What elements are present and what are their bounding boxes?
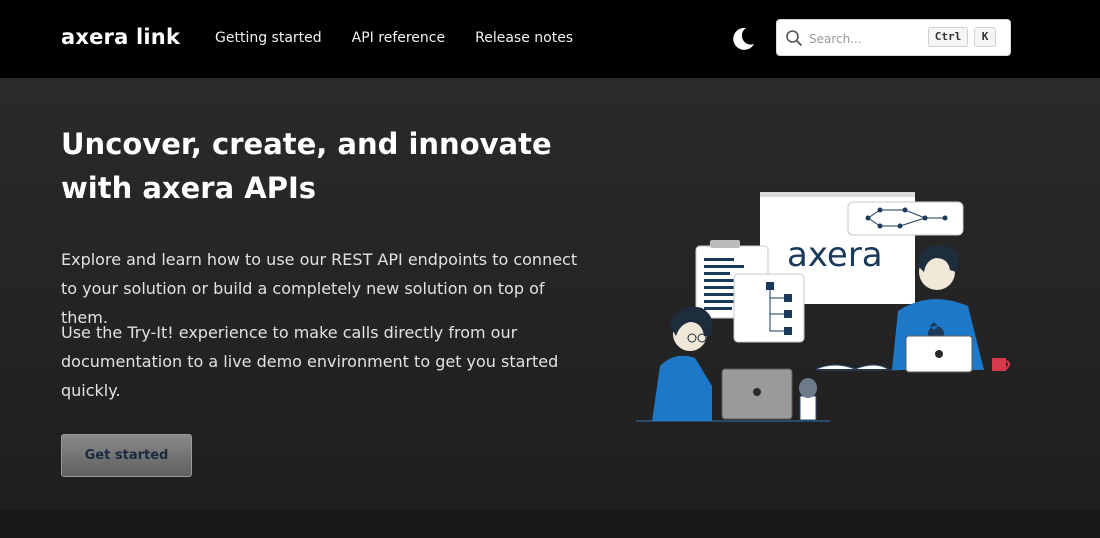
main-nav: Getting started API reference Release no…	[215, 30, 603, 46]
search-input[interactable]	[807, 29, 921, 49]
nav-release-notes[interactable]: Release notes	[475, 30, 573, 46]
nav-api-reference[interactable]: API reference	[352, 30, 445, 46]
hero-illustration: axera	[636, 192, 1010, 422]
top-navigation-bar: axera link Getting started API reference…	[0, 0, 1100, 79]
brand-logo[interactable]: axera link	[61, 25, 180, 49]
get-started-button[interactable]: Get started	[61, 434, 192, 477]
open-book-icon	[815, 364, 889, 370]
shortcut-key-k: K	[974, 27, 996, 47]
plant-icon	[799, 378, 817, 398]
search-icon	[786, 30, 802, 46]
page-bottom-band	[0, 510, 1100, 538]
whiteboard-top-bar	[760, 192, 915, 197]
axera-illustration-text: axera	[787, 235, 883, 275]
laptop-logo-icon	[753, 388, 761, 396]
search-box[interactable]: Ctrl K	[776, 19, 1011, 56]
plant-pot	[799, 395, 817, 421]
hero-title: Uncover, create, and innovate with axera…	[61, 127, 552, 205]
nav-getting-started[interactable]: Getting started	[215, 30, 322, 46]
coffee-cup-icon	[992, 358, 1006, 371]
moon-icon[interactable]	[729, 25, 757, 53]
hero-try-it-description: Use the Try-It! experience to make calls…	[61, 323, 559, 400]
clipboard-clip	[710, 240, 740, 248]
shortcut-key-ctrl: Ctrl	[928, 27, 968, 47]
person-left-body	[652, 355, 712, 421]
